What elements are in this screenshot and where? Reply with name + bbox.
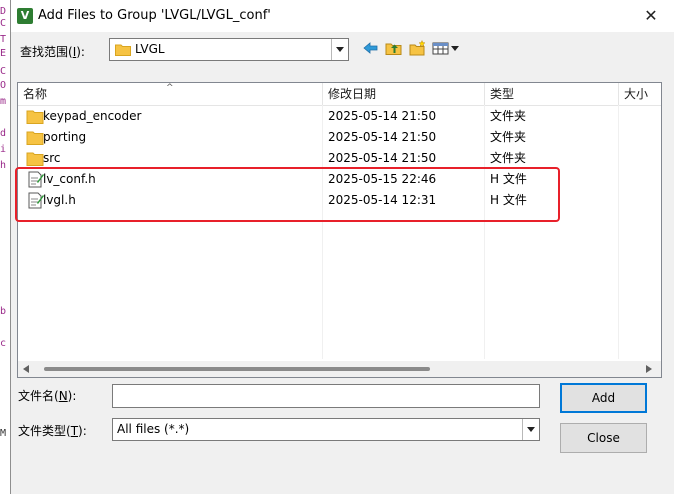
file-name: src [43, 151, 61, 165]
look-in-label: 查找范围(I): [20, 45, 85, 59]
folder-icon [26, 110, 44, 124]
file-date: 2025-05-14 21:50 [328, 151, 437, 165]
close-button[interactable]: Close [560, 423, 647, 453]
scroll-left-icon[interactable] [23, 365, 29, 373]
add-button[interactable]: Add [560, 383, 647, 413]
folder-icon [26, 152, 44, 166]
background-char: E [0, 48, 7, 59]
dialog-title: Add Files to Group 'LVGL/LVGL_conf' [38, 8, 271, 23]
scroll-right-icon[interactable] [646, 365, 652, 373]
up-folder-icon[interactable] [385, 40, 403, 56]
background-char: T [0, 34, 7, 45]
filetype-dropdown-button[interactable] [522, 419, 539, 440]
file-row-keypad-encoder[interactable]: keypad_encoder 2025-05-14 21:50 文件夹 [18, 106, 661, 127]
file-date: 2025-05-14 21:50 [328, 130, 437, 144]
background-char: D [0, 6, 7, 17]
column-header-date[interactable]: 修改日期 [323, 83, 484, 105]
horizontal-scrollbar[interactable] [18, 361, 661, 377]
background-char: b [0, 306, 7, 317]
filename-input[interactable] [112, 384, 540, 408]
back-arrow-icon[interactable] [362, 40, 380, 56]
look-in-combo[interactable]: LVGL [109, 38, 349, 61]
file-row-src[interactable]: src 2025-05-14 21:50 文件夹 [18, 148, 661, 169]
close-icon[interactable]: ✕ [637, 4, 665, 28]
filetype-label: 文件类型(T): [18, 424, 87, 438]
background-char: i [0, 144, 7, 155]
file-date: 2025-05-14 21:50 [328, 109, 437, 123]
file-type: 文件夹 [490, 109, 527, 123]
file-list[interactable]: 名称 ^ 修改日期 类型 大小 keypad_encoder 2025-05-1… [17, 82, 662, 378]
background-char: O [0, 80, 7, 91]
add-files-dialog: V Add Files to Group 'LVGL/LVGL_conf' ✕ … [10, 0, 674, 494]
look-in-dropdown-button[interactable] [331, 39, 348, 60]
background-char: M [0, 428, 7, 439]
highlight-box [15, 167, 560, 222]
file-row-porting[interactable]: porting 2025-05-14 21:50 文件夹 [18, 127, 661, 148]
file-list-header: 名称 ^ 修改日期 类型 大小 [18, 83, 661, 106]
filetype-value: All files (*.*) [117, 422, 190, 436]
sort-ascending-icon: ^ [166, 83, 174, 93]
file-name: keypad_encoder [43, 109, 142, 123]
background-char: c [0, 338, 7, 349]
background-char: C [0, 18, 7, 29]
folder-icon [26, 131, 44, 145]
look-in-value: LVGL [135, 42, 165, 56]
filename-label: 文件名(N): [18, 389, 77, 403]
background-char: C [0, 66, 7, 77]
chevron-down-icon [527, 426, 535, 432]
file-name: porting [43, 130, 87, 144]
filetype-combo[interactable]: All files (*.*) [112, 418, 540, 441]
chevron-down-icon [336, 46, 344, 52]
background-editor-strip: D C T E C O m d i h b c M [0, 0, 10, 494]
folder-icon [115, 44, 131, 56]
new-folder-icon[interactable] [409, 40, 427, 56]
background-char: h [0, 160, 7, 171]
scrollbar-thumb[interactable] [44, 367, 430, 371]
column-header-type[interactable]: 类型 [485, 83, 618, 105]
view-menu-icon[interactable] [432, 40, 460, 56]
file-type: 文件夹 [490, 151, 527, 165]
background-char: d [0, 128, 7, 139]
file-type: 文件夹 [490, 130, 527, 144]
background-char: m [0, 96, 7, 107]
title-bar[interactable]: V Add Files to Group 'LVGL/LVGL_conf' ✕ [11, 0, 674, 32]
app-icon: V [17, 8, 33, 24]
column-header-size[interactable]: 大小 [619, 83, 661, 105]
